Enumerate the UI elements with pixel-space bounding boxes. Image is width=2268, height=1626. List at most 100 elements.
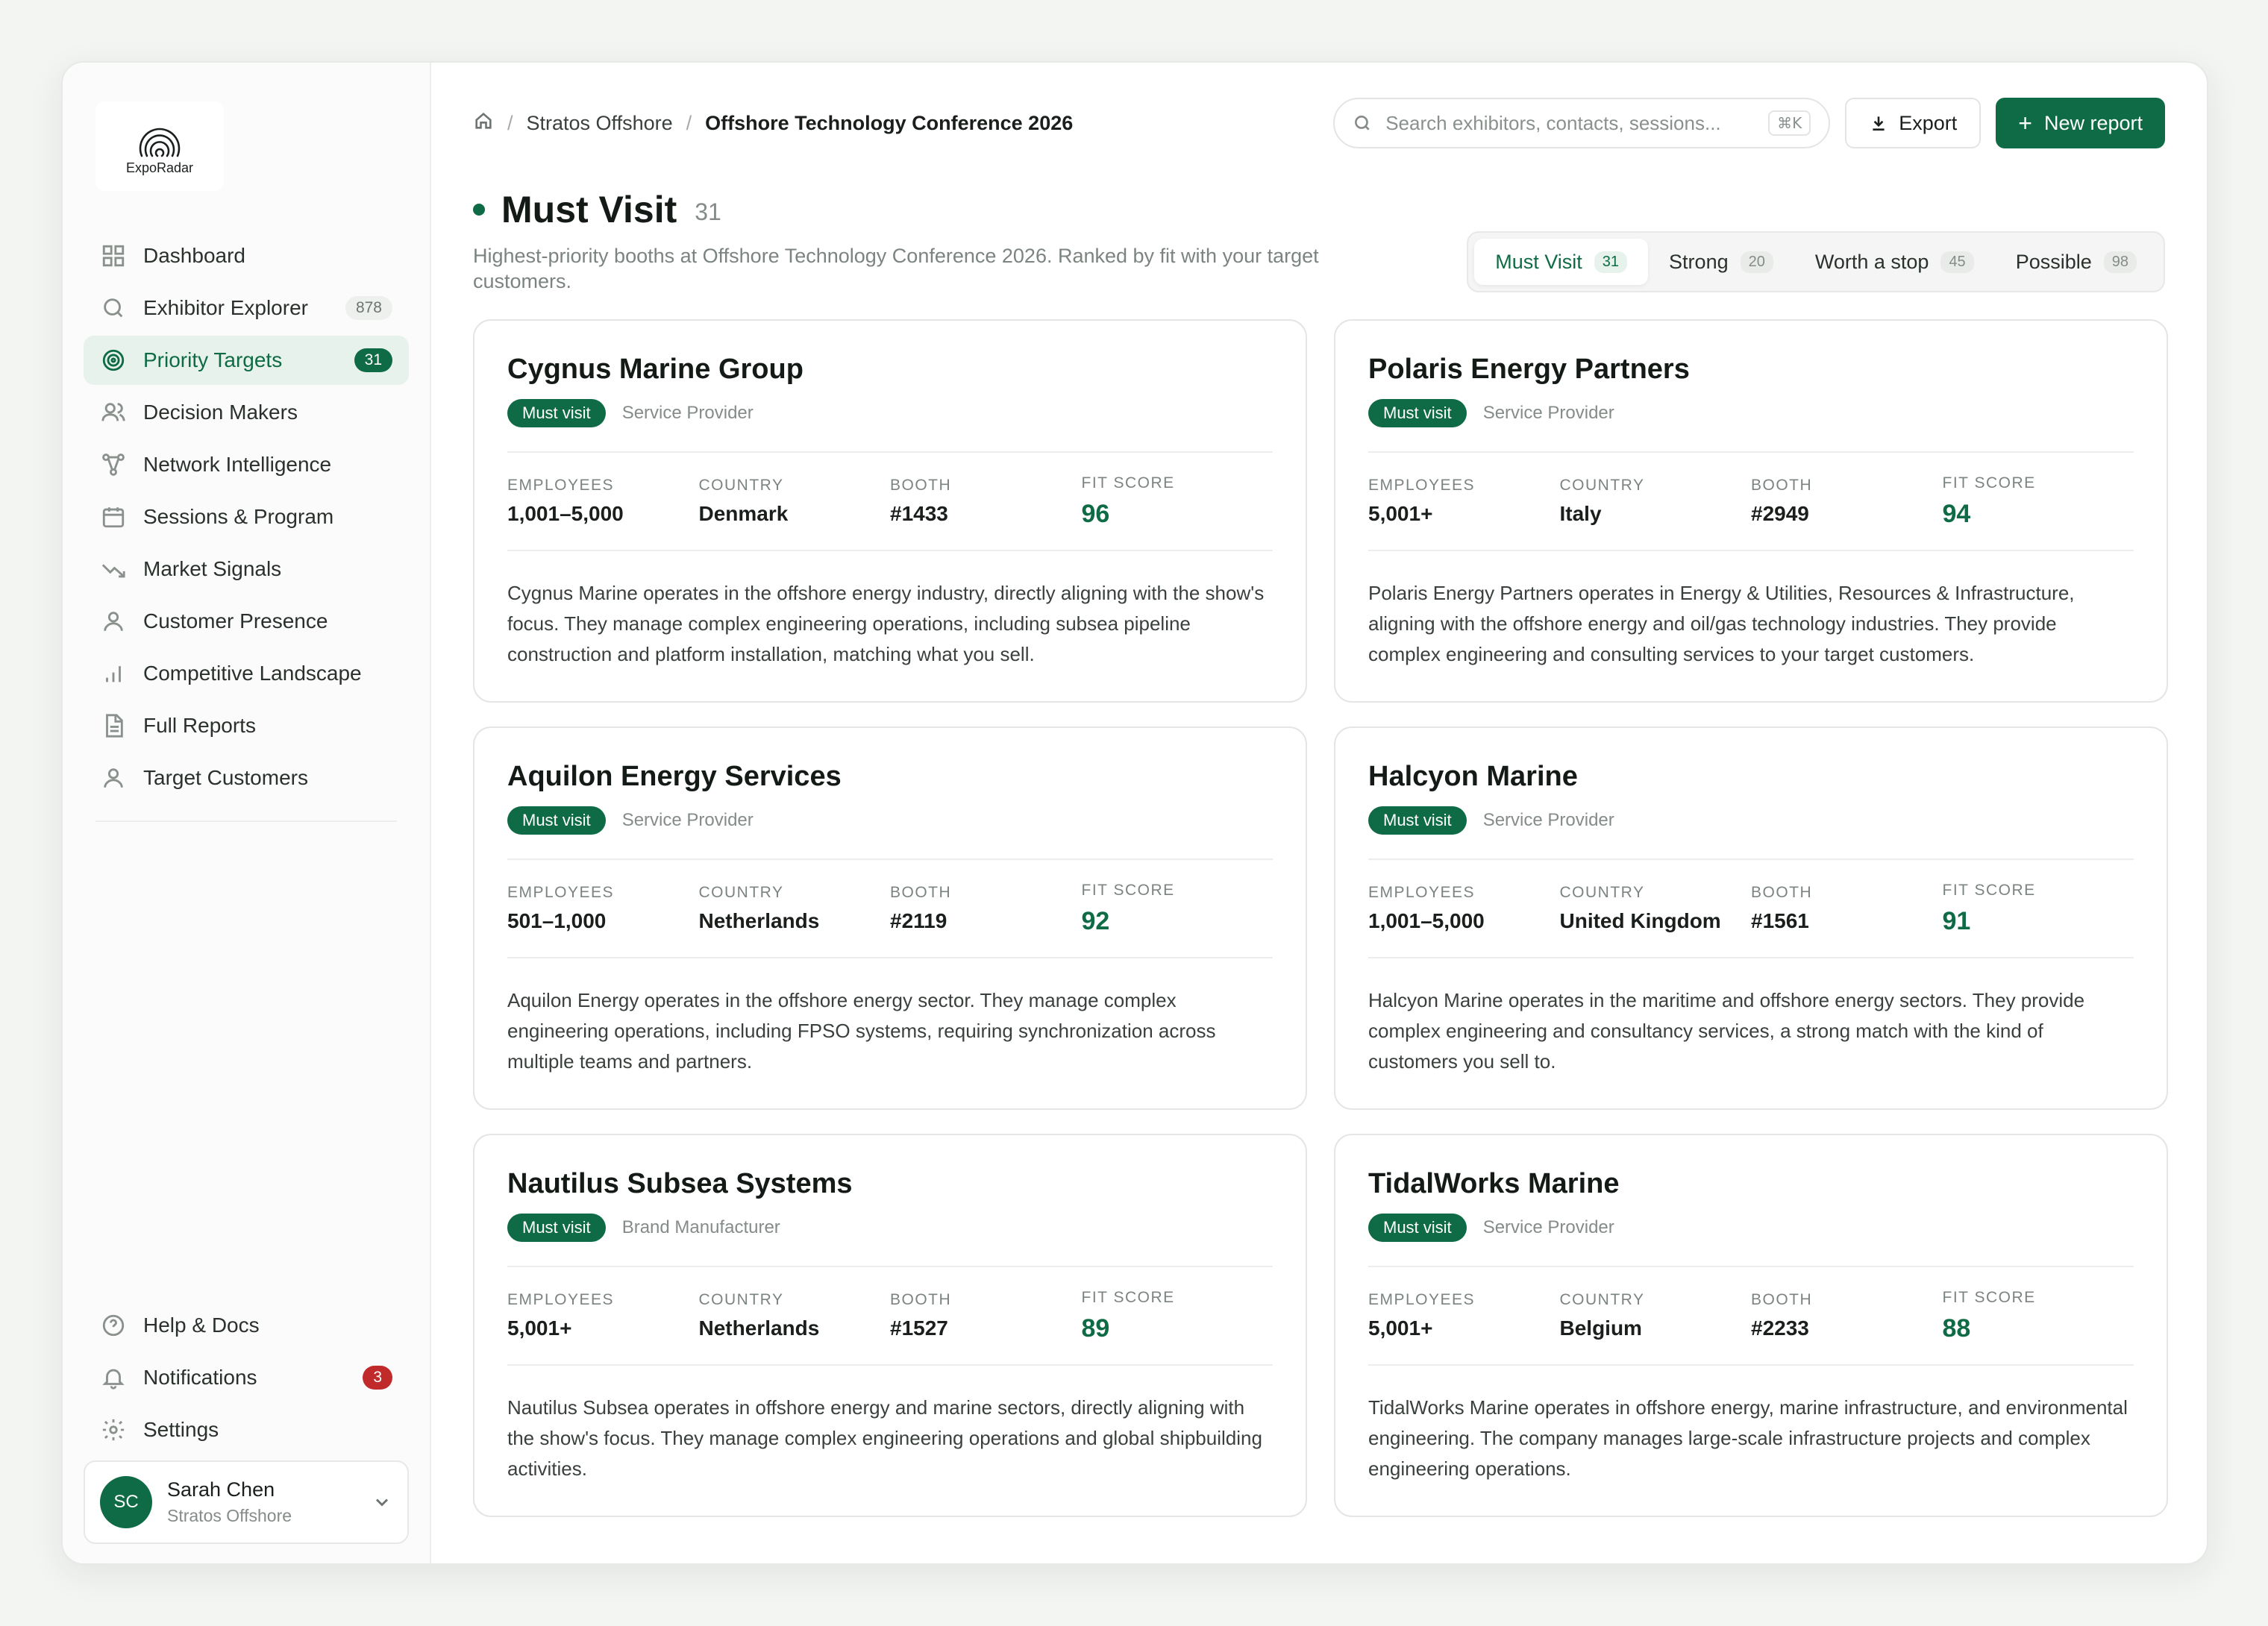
company-description: Polaris Energy Partners operates in Ener… — [1368, 582, 2075, 665]
company-stats: EMPLOYEES 5,001+ COUNTRY Italy BOOTH #2949 FIT… — [1368, 451, 2134, 551]
target-card[interactable]: Halcyon Marine Must visit Service Provider… — [1334, 726, 2168, 1110]
booth-value: #1527 — [890, 1316, 948, 1340]
breadcrumb-org[interactable]: Stratos Offshore — [527, 112, 673, 135]
secondary-navigation: Help & Docs Notifications 3 Settings — [84, 1301, 409, 1457]
sidebar-item-settings[interactable]: Settings — [84, 1405, 409, 1454]
stat-label-employees: EMPLOYEES — [1368, 884, 1476, 901]
tab-possible[interactable]: Possible 98 — [1995, 239, 2158, 285]
sidebar-item-customer-presence[interactable]: Customer Presence — [84, 597, 409, 646]
employees-value: 5,001+ — [1368, 1316, 1433, 1340]
dashboard-icon — [100, 242, 127, 269]
breadcrumb-separator: / — [507, 111, 513, 134]
sidebar: ExpoRadar Dashboard Exhibitor Explorer 878… — [63, 63, 431, 1563]
priority-badge: Must visit — [1368, 399, 1467, 427]
priority-badge: Must visit — [1368, 1214, 1467, 1242]
home-icon[interactable] — [473, 110, 494, 136]
sidebar-item-label: Help & Docs — [143, 1313, 260, 1337]
company-name[interactable]: Polaris Energy Partners — [1368, 354, 2134, 386]
sidebar-item-exhibitor-explorer[interactable]: Exhibitor Explorer 878 — [84, 283, 409, 333]
fit-score-value: 91 — [1942, 906, 1971, 935]
sidebar-item-label: Decision Makers — [143, 401, 298, 424]
employees-value: 5,001+ — [1368, 502, 1433, 525]
stat-label-booth: BOOTH — [1751, 884, 1813, 901]
sidebar-item-label: Dashboard — [143, 244, 245, 267]
stat-label-fit-score: FIT SCORE — [1081, 881, 1175, 899]
country-value: Denmark — [698, 502, 789, 525]
company-name[interactable]: Halcyon Marine — [1368, 761, 2134, 793]
download-icon — [1873, 116, 1885, 131]
target-card[interactable]: Polaris Energy Partners Must visit Service… — [1334, 319, 2168, 703]
stat-label-country: COUNTRY — [698, 1291, 784, 1308]
company-description: Cygnus Marine operates in the offshore e… — [507, 582, 1265, 665]
company-name[interactable]: TidalWorks Marine — [1368, 1168, 2134, 1200]
booth-value: #2119 — [890, 909, 947, 932]
sidebar-item-notifications[interactable]: Notifications 3 — [84, 1353, 409, 1402]
search-bar[interactable]: ⌘K — [1333, 98, 1831, 148]
app-window: ExpoRadar Dashboard Exhibitor Explorer 878… — [61, 61, 2208, 1565]
booth-value: #2233 — [1751, 1316, 1809, 1340]
stat-label-country: COUNTRY — [698, 884, 784, 901]
company-name[interactable]: Cygnus Marine Group — [507, 354, 1273, 386]
logo-text: ExpoRadar — [125, 160, 194, 175]
export-button[interactable]: Export — [1845, 98, 1982, 148]
sidebar-item-market-signals[interactable]: Market Signals — [84, 544, 409, 594]
target-card[interactable]: Nautilus Subsea Systems Must visit Brand M… — [473, 1134, 1307, 1517]
count-badge: 3 — [363, 1366, 392, 1390]
sidebar-item-network-intelligence[interactable]: Network Intelligence — [84, 440, 409, 489]
sidebar-item-label: Network Intelligence — [143, 453, 332, 476]
target-card[interactable]: Cygnus Marine Group Must visit Service Pro… — [473, 319, 1307, 703]
sidebar-item-target-customers[interactable]: Target Customers — [84, 753, 409, 803]
tab-count: 31 — [1594, 251, 1628, 273]
stat-label-country: COUNTRY — [698, 477, 784, 494]
company-description: Aquilon Energy operates in the offshore … — [507, 989, 1216, 1073]
search-input[interactable] — [1385, 111, 1769, 135]
page-heading: Must Visit 31 — [473, 188, 721, 231]
tab-strong[interactable]: Strong 20 — [1648, 239, 1794, 285]
new-report-button[interactable]: + New report — [1996, 98, 2165, 148]
stat-label-employees: EMPLOYEES — [507, 477, 615, 494]
employees-value: 501–1,000 — [507, 909, 607, 932]
tab-worth-a-stop[interactable]: Worth a stop 45 — [1794, 239, 1995, 285]
sidebar-item-priority-targets[interactable]: Priority Targets 31 — [84, 336, 409, 385]
company-name[interactable]: Nautilus Subsea Systems — [507, 1168, 1273, 1200]
sidebar-item-dashboard[interactable]: Dashboard — [84, 231, 409, 280]
status-dot — [473, 204, 485, 216]
page-subtitle: Highest-priority booths at Offshore Tech… — [473, 245, 1319, 292]
sidebar-item-full-reports[interactable]: Full Reports — [84, 701, 409, 750]
sidebar-item-label: Notifications — [143, 1366, 257, 1389]
company-stats: EMPLOYEES 5,001+ COUNTRY Netherlands BOOTH #1… — [507, 1266, 1273, 1366]
country-value: Netherlands — [698, 909, 820, 932]
company-description: Halcyon Marine operates in the maritime … — [1368, 989, 2085, 1073]
stat-label-booth: BOOTH — [890, 477, 952, 494]
target-card[interactable]: Aquilon Energy Services Must visit Service… — [473, 726, 1307, 1110]
user-menu[interactable]: SC Sarah Chen Stratos Offshore — [84, 1460, 409, 1544]
users-icon — [100, 399, 127, 426]
booth-value: #1433 — [890, 502, 948, 525]
sidebar-item-help-and-docs[interactable]: Help & Docs — [84, 1301, 409, 1350]
search-shortcut: ⌘K — [1768, 110, 1811, 136]
sidebar-item-competitive-landscape[interactable]: Competitive Landscape — [84, 649, 409, 698]
priority-badge: Must visit — [507, 399, 606, 427]
sidebar-item-decision-makers[interactable]: Decision Makers — [84, 388, 409, 437]
company-description: TidalWorks Marine operates in offshore e… — [1368, 1396, 2128, 1480]
bell-icon — [100, 1364, 127, 1391]
chevron-down-icon[interactable] — [372, 1492, 392, 1513]
sidebar-divider — [95, 820, 397, 822]
user-org: Stratos Offshore — [167, 1506, 292, 1525]
sidebar-item-label: Customer Presence — [143, 609, 328, 632]
sidebar-item-label: Market Signals — [143, 557, 282, 580]
sidebar-item-label: Settings — [143, 1418, 219, 1441]
count-badge: 31 — [354, 348, 392, 372]
target-card[interactable]: TidalWorks Marine Must visit Service Provi… — [1334, 1134, 2168, 1517]
sidebar-item-sessions-and-program[interactable]: Sessions & Program — [84, 492, 409, 542]
tab-must-visit[interactable]: Must Visit 31 — [1474, 239, 1649, 285]
sidebar-item-label: Full Reports — [143, 714, 256, 737]
stat-label-booth: BOOTH — [1751, 1291, 1813, 1308]
company-name[interactable]: Aquilon Energy Services — [507, 761, 1273, 793]
logo[interactable]: ExpoRadar — [95, 101, 224, 191]
trend-icon — [100, 556, 127, 583]
stat-label-booth: BOOTH — [1751, 477, 1813, 494]
company-stats: EMPLOYEES 1,001–5,000 COUNTRY Denmark BOOTH #… — [507, 451, 1273, 551]
priority-badge: Must visit — [507, 806, 606, 835]
page-count: 31 — [695, 198, 721, 225]
